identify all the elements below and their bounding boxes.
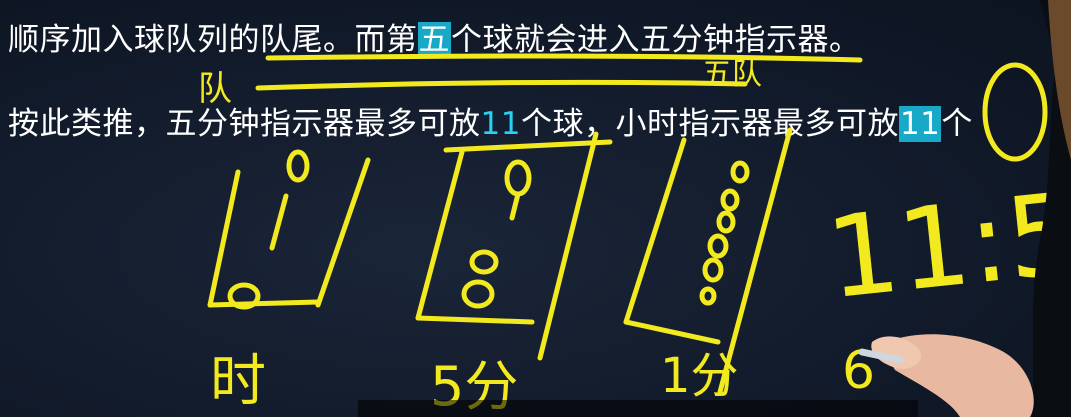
blackboard — [0, 0, 1071, 417]
line2-part3: 个 — [941, 106, 973, 142]
subtitle-bar — [358, 400, 918, 417]
line2-part2: 个球，小时指示器最多可放 — [520, 106, 899, 142]
line1-highlight: 五 — [417, 22, 451, 58]
line2-num1: 11 — [480, 106, 521, 142]
line2-part1: 按此类推，五分钟指示器最多可放 — [8, 106, 481, 142]
line1-before: 顺序加入球队列的队尾。而第 — [8, 22, 418, 58]
lecture-line-1: 顺序加入球队列的队尾。而第五个球就会进入五分钟指示器。 — [8, 14, 861, 59]
line2-num2: 11 — [898, 106, 942, 142]
lecture-line-2: 按此类推，五分钟指示器最多可放11个球，小时指示器最多可放11个 — [8, 98, 973, 143]
line1-after: 个球就会进入五分钟指示器。 — [451, 22, 861, 58]
